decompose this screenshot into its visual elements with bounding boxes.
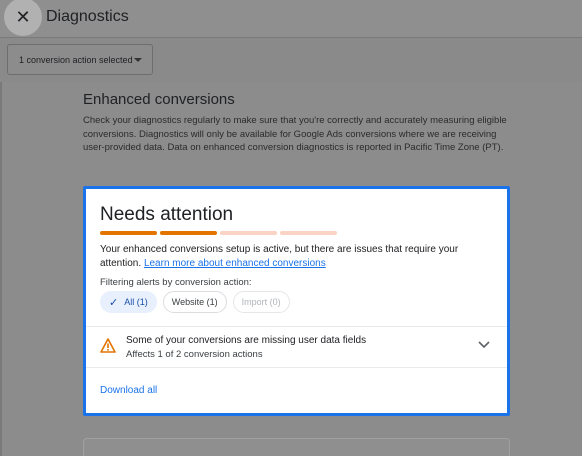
next-card	[83, 438, 510, 456]
check-icon: ✓	[109, 296, 119, 309]
divider	[86, 367, 507, 368]
top-bar: ✕ Diagnostics	[0, 0, 582, 38]
chip-label: Website (1)	[171, 297, 218, 307]
warning-icon	[100, 338, 116, 353]
alert-subtitle: Affects 1 of 2 conversion actions	[126, 349, 263, 360]
chip-label: All (1)	[124, 297, 148, 307]
chip-website[interactable]: Website (1)	[162, 291, 227, 313]
close-button[interactable]: ✕	[4, 0, 42, 36]
dialog-overlay: ✕ Diagnostics 1 conversion action select…	[0, 0, 582, 456]
download-all-link[interactable]: Download all	[100, 385, 157, 396]
learn-more-link[interactable]: Learn more about enhanced conversions	[144, 258, 326, 269]
alert-row[interactable]: Some of your conversions are missing use…	[86, 327, 507, 367]
chip-import: Import (0)	[232, 291, 290, 313]
card-title: Needs attention	[100, 204, 234, 225]
progress-bar-segment	[160, 231, 217, 235]
caret-down-icon	[134, 58, 142, 62]
filter-label: Filtering alerts by conversion action:	[100, 277, 252, 288]
progress-bar-segment	[280, 231, 337, 235]
filter-bar: 1 conversion action selected	[0, 38, 582, 82]
section-description: Check your diagnostics regularly to make…	[83, 115, 507, 153]
close-icon: ✕	[15, 6, 31, 27]
progress-bar-segment	[220, 231, 277, 235]
needs-attention-card: Needs attention Your enhanced conversion…	[83, 186, 510, 416]
chip-all[interactable]: ✓ All (1)	[100, 291, 157, 313]
left-divider	[0, 82, 2, 456]
status-progress-bars	[100, 231, 340, 235]
chip-label: Import (0)	[241, 297, 281, 307]
alert-title: Some of your conversions are missing use…	[126, 335, 367, 346]
progress-bar-segment	[100, 231, 157, 235]
chevron-down-icon[interactable]	[477, 337, 491, 351]
filter-chips: ✓ All (1) Website (1) Import (0)	[100, 291, 290, 313]
page-title: Diagnostics	[46, 8, 129, 25]
dropdown-label: 1 conversion action selected	[19, 54, 133, 65]
card-message: Your enhanced conversions setup is activ…	[100, 243, 485, 270]
section-title: Enhanced conversions	[83, 91, 235, 108]
conversion-action-dropdown[interactable]: 1 conversion action selected	[7, 44, 153, 75]
